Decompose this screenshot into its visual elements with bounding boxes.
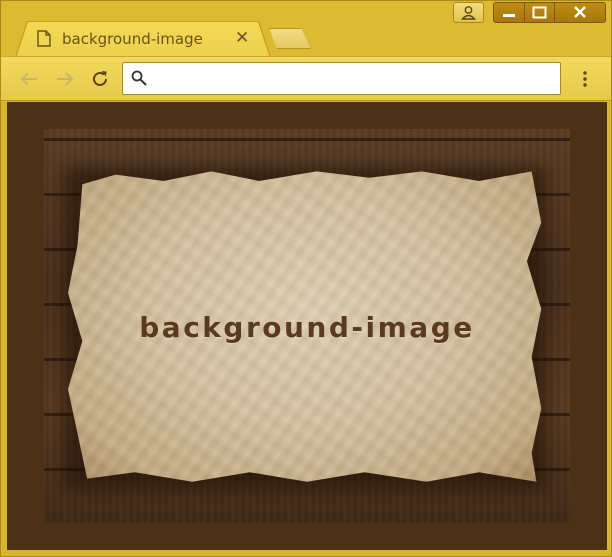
close-window-button[interactable] [554, 2, 606, 23]
maximize-button[interactable] [524, 2, 555, 23]
page-heading: background-image [139, 311, 475, 344]
tab-close-icon[interactable]: ✕ [235, 28, 249, 48]
maximize-icon [532, 6, 547, 19]
forward-icon[interactable] [54, 68, 76, 90]
address-bar[interactable] [122, 62, 561, 95]
reload-icon[interactable] [89, 68, 111, 90]
search-icon [131, 70, 147, 86]
menu-icon[interactable] [579, 68, 591, 90]
profile-icon [460, 6, 477, 20]
address-input[interactable] [157, 67, 552, 91]
minimize-icon [503, 14, 515, 17]
profile-button[interactable] [453, 2, 484, 23]
tab-title: background-image [62, 30, 203, 48]
back-icon[interactable] [18, 68, 40, 90]
background-image-box: background-image [44, 129, 570, 523]
minimize-button[interactable] [493, 2, 525, 23]
page-icon [37, 30, 51, 47]
close-icon [574, 6, 586, 18]
browser-window: background-image ✕ background-image [0, 0, 612, 557]
